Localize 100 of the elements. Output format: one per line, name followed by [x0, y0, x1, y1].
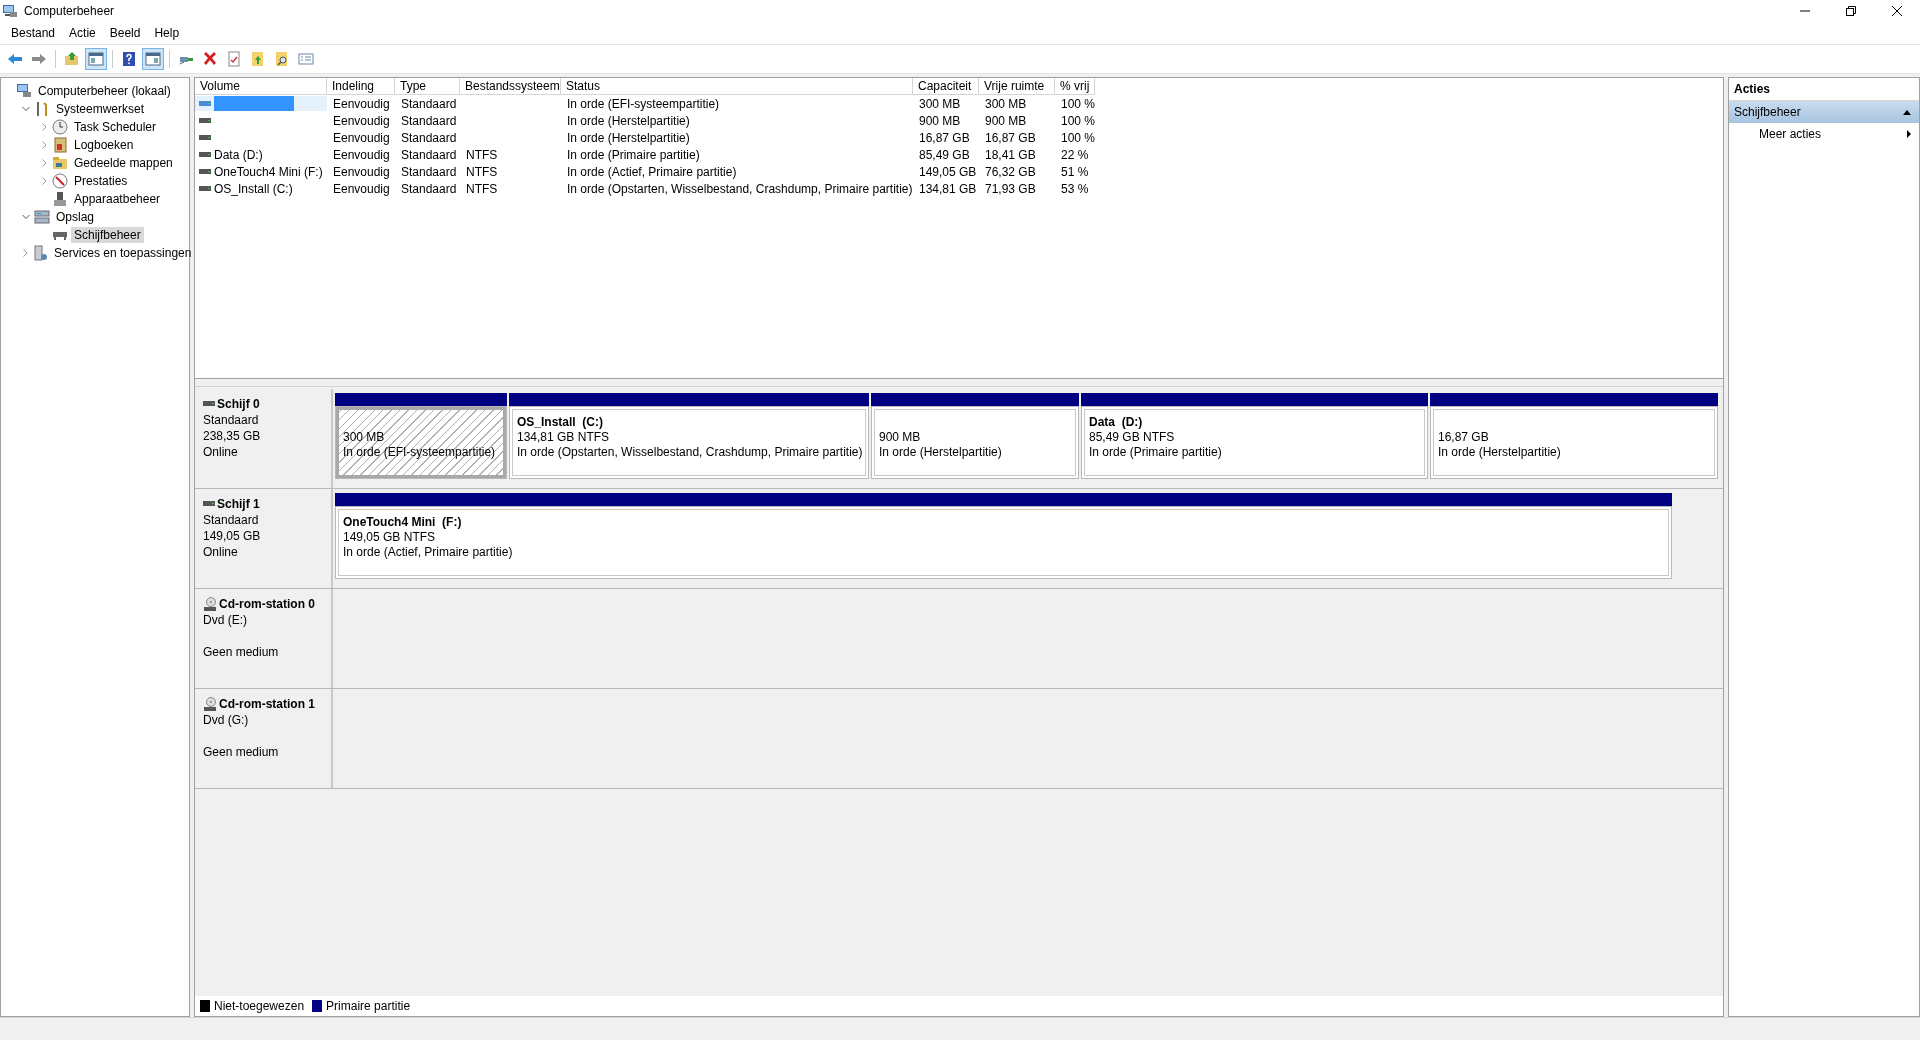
- partition-size: 300 MB: [343, 430, 386, 445]
- table-cell: 100 %: [1061, 96, 1096, 111]
- table-cell: Data (D:): [214, 147, 263, 162]
- partition-size: 134,81 GB NTFS: [517, 430, 611, 445]
- table-cell: 53 %: [1061, 181, 1089, 196]
- table-cell: In orde (Herstelpartitie): [567, 113, 690, 128]
- drive-icon: [199, 100, 211, 107]
- tree-item[interactable]: Schijfbeheer: [71, 227, 144, 243]
- menu-item[interactable]: Actie: [62, 26, 103, 40]
- tree-item[interactable]: Task Scheduler: [71, 119, 160, 135]
- drive-icon: [199, 134, 211, 141]
- optical-drive-icon: [203, 596, 217, 611]
- table-cell: 100 %: [1061, 130, 1096, 145]
- log-icon: [52, 137, 68, 153]
- partition-size: 85,49 GB NTFS: [1089, 430, 1176, 445]
- up-icon: [64, 51, 80, 67]
- tree-item[interactable]: Prestaties: [71, 173, 131, 189]
- column-header[interactable]: Bestandssysteem: [460, 78, 561, 95]
- tree-item[interactable]: Services en toepassingen: [51, 245, 195, 261]
- disk-size: 238,35 GB: [203, 428, 262, 444]
- expand-chevron-icon[interactable]: [40, 123, 48, 131]
- partition-status: In orde (Herstelpartitie): [879, 445, 1003, 460]
- table-cell: Eenvoudig: [333, 164, 390, 179]
- table-cell: In orde (Actief, Primaire partitie): [567, 164, 737, 179]
- legend-label: Niet-toegewezen: [214, 999, 305, 1013]
- table-cell: Standaard: [401, 147, 457, 162]
- back-icon: [7, 51, 23, 67]
- expand-chevron-icon[interactable]: [40, 141, 48, 149]
- column-header[interactable]: Capaciteit: [913, 78, 979, 95]
- tree-item[interactable]: Apparaatbeheer: [71, 191, 164, 207]
- computer-icon: [16, 83, 32, 99]
- rename-field[interactable]: [214, 96, 294, 111]
- app-icon: [2, 3, 18, 19]
- pane-right-icon: [145, 51, 161, 67]
- disk-label-panel[interactable]: Schijf 1 Standaard 149,05 GB Online: [195, 489, 333, 588]
- close-icon: [1892, 6, 1902, 16]
- gauge-icon: [52, 173, 68, 189]
- table-cell: In orde (Opstarten, Wisselbestand, Crashdump, Primaire partitie): [567, 181, 913, 196]
- tree-item[interactable]: Systeemwerkset: [53, 101, 148, 117]
- window-title: Computerbeheer: [24, 4, 115, 18]
- column-header[interactable]: % vrij: [1055, 78, 1095, 95]
- table-cell: Standaard: [401, 164, 457, 179]
- tree-item[interactable]: Opslag: [53, 209, 98, 225]
- menu-item[interactable]: Help: [147, 26, 187, 40]
- action-link[interactable]: Meer acties: [1759, 127, 1822, 141]
- column-header[interactable]: Indeling: [327, 78, 395, 95]
- disk-name: Schijf 1: [217, 496, 260, 511]
- partition-status: In orde (Actief, Primaire partitie): [343, 545, 514, 560]
- table-cell: In orde (EFI-systeempartitie): [567, 96, 720, 111]
- disk-label-panel[interactable]: Cd-rom-station 0 Dvd (E:) Geen medium: [195, 589, 333, 688]
- table-cell: NTFS: [466, 164, 498, 179]
- expand-chevron-icon[interactable]: [40, 177, 48, 185]
- drive-icon: [203, 400, 215, 407]
- table-cell: Eenvoudig: [333, 147, 390, 162]
- menu-item[interactable]: Bestand: [4, 26, 63, 40]
- table-cell: Standaard: [401, 96, 457, 111]
- table-cell: Standaard: [401, 113, 457, 128]
- disk-status: Online: [203, 544, 239, 560]
- drive-icon: [199, 117, 211, 124]
- disk-type: Standaard: [203, 512, 260, 528]
- toolbar-button[interactable]: [142, 48, 164, 70]
- table-cell: 16,87 GB: [919, 130, 970, 145]
- device-icon: [52, 191, 68, 207]
- collapse-chevron-icon[interactable]: [22, 105, 30, 113]
- partition-size: 900 MB: [879, 430, 922, 445]
- table-cell: NTFS: [466, 181, 498, 196]
- tree-item[interactable]: Logboeken: [71, 137, 137, 153]
- menu-item[interactable]: Beeld: [102, 26, 148, 40]
- forward-icon: [31, 51, 47, 67]
- disk-status: Geen medium: [203, 744, 280, 760]
- expand-chevron-icon[interactable]: [40, 159, 48, 167]
- table-cell: 51 %: [1061, 164, 1089, 179]
- partition-size: 149,05 GB NTFS: [343, 530, 437, 545]
- column-header[interactable]: Vrije ruimte: [979, 78, 1055, 95]
- export-icon: [250, 51, 266, 67]
- partition-status: In orde (Primaire partitie): [1089, 445, 1223, 460]
- list-icon: [298, 51, 314, 67]
- table-cell: Standaard: [401, 130, 457, 145]
- column-header[interactable]: Volume: [195, 78, 327, 95]
- drive-icon: [199, 151, 211, 158]
- table-cell: 149,05 GB: [919, 164, 977, 179]
- table-cell: Eenvoudig: [333, 130, 390, 145]
- collapse-chevron-icon[interactable]: [22, 213, 30, 221]
- collapse-arrow-icon[interactable]: [1903, 109, 1911, 115]
- pane-left-icon: [88, 51, 104, 67]
- disk-type: Dvd (E:): [203, 612, 248, 628]
- section-label: Schijfbeheer: [1734, 105, 1801, 119]
- tree-item[interactable]: Gedeelde mappen: [71, 155, 176, 171]
- column-header[interactable]: Status: [561, 78, 913, 95]
- partition-name: OneTouch4 Mini (F:): [343, 515, 463, 530]
- expand-chevron-icon[interactable]: [21, 249, 29, 257]
- drive-icon: [199, 168, 211, 175]
- table-cell: In orde (Primaire partitie): [567, 147, 700, 162]
- actions-section-header[interactable]: Schijfbeheer: [1729, 101, 1919, 123]
- tree-item[interactable]: Computerbeheer (lokaal): [35, 83, 174, 99]
- table-cell: Eenvoudig: [333, 96, 390, 111]
- disk-label-panel[interactable]: Schijf 0 Standaard 238,35 GB Online: [195, 389, 333, 488]
- column-header[interactable]: Type: [395, 78, 460, 95]
- disk-label-panel[interactable]: Cd-rom-station 1 Dvd (G:) Geen medium: [195, 689, 333, 788]
- toolbar-button[interactable]: [85, 48, 107, 70]
